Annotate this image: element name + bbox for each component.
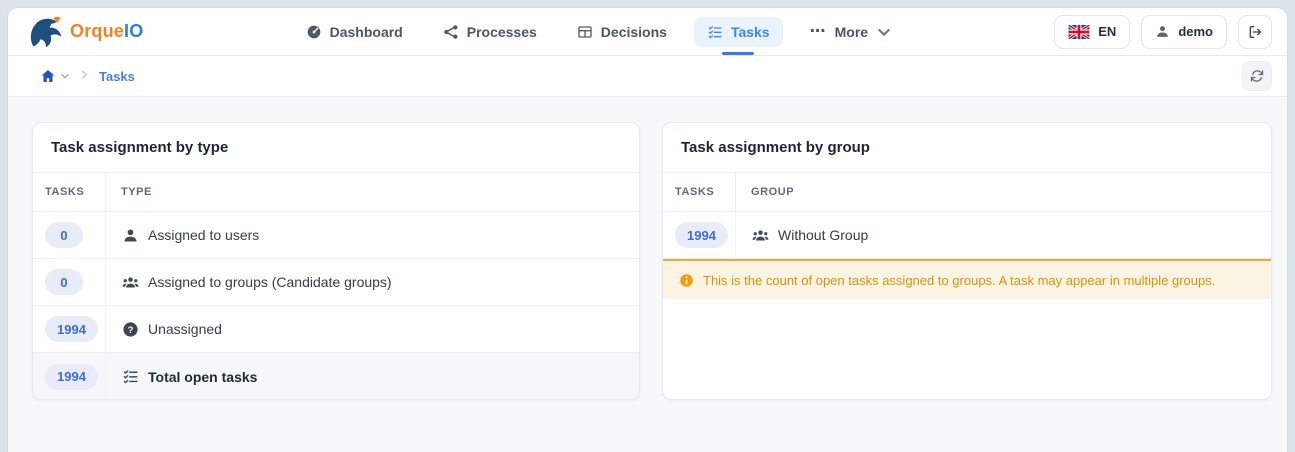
card-task-assignment-by-group: Task assignment by group TASKS GROUP 199… [662,122,1272,400]
app-window: OrqueIO Dashboard Processes Decisions Ta… [8,8,1287,452]
breadcrumb-current[interactable]: Tasks [99,69,135,84]
column-header-tasks: TASKS [663,173,736,211]
count-badge[interactable]: 1994 [45,363,98,390]
info-circle-icon [680,273,693,287]
svg-text:?: ? [128,324,134,335]
nav-item-more[interactable]: ⋯ More [797,17,905,47]
nav-item-dashboard[interactable]: Dashboard [293,17,416,47]
refresh-button[interactable] [1242,61,1272,91]
nav-label: Decisions [600,23,667,40]
user-menu-button[interactable]: demo [1141,14,1227,49]
language-label: EN [1098,24,1117,39]
card-title: Task assignment by type [33,123,639,173]
card-task-assignment-by-type: Task assignment by type TASKS TYPE 0 Ass… [32,122,640,400]
brand-logo[interactable]: OrqueIO [28,14,143,50]
table-row: 1994 Without Group [663,212,1271,259]
table-header-row: TASKS TYPE [33,173,639,212]
row-label: Assigned to users [148,227,260,243]
breadcrumb-bar: Tasks [8,56,1287,97]
orca-icon [30,16,62,47]
count-badge[interactable]: 1994 [675,222,728,248]
count-badge[interactable]: 0 [45,269,83,295]
breadcrumb-separator-icon [79,67,90,85]
processes-nodes-icon [443,24,459,40]
nav-item-tasks[interactable]: Tasks [693,16,783,47]
home-icon [41,70,55,82]
chevron-down-icon [61,74,69,79]
row-label: Total open tasks [148,368,258,385]
tasks-checklist-icon [123,370,138,384]
main-navigation: Dashboard Processes Decisions Tasks ⋯ Mo… [143,16,1054,47]
count-badge[interactable]: 0 [45,222,83,248]
uk-flag-icon [1068,24,1091,39]
more-ellipsis-icon: ⋯ [809,22,827,40]
dashboard-gauge-icon [306,24,322,40]
table-row: 0 Assigned to groups (Candidate groups) [33,259,639,306]
breadcrumb: Tasks [40,67,1242,85]
users-icon [752,229,769,240]
decisions-table-icon [577,24,593,40]
group-count-notice: This is the count of open tasks assigned… [663,259,1271,299]
nav-item-decisions[interactable]: Decisions [564,17,680,47]
table-header-row: TASKS GROUP [663,173,1271,212]
table-row-total: 1994 Total open tasks [33,353,639,399]
tasks-checklist-icon [707,24,723,40]
row-label: Assigned to groups (Candidate groups) [148,274,392,290]
nav-label: Tasks [730,23,770,40]
refresh-icon [1250,70,1264,82]
user-icon [124,228,137,242]
language-button[interactable]: EN [1054,14,1131,49]
nav-label: More [834,23,869,40]
brand-name: OrqueIO [70,21,144,41]
column-header-tasks: TASKS [33,173,106,211]
table-row: 0 Assigned to users [33,212,639,259]
question-circle-icon: ? [123,321,138,337]
person-icon [1157,26,1169,37]
username-label: demo [1178,24,1213,39]
row-label: Without Group [778,227,869,243]
nav-label: Processes [466,23,537,40]
users-icon [122,276,139,287]
nav-label: Dashboard [329,23,403,40]
notice-text: This is the count of open tasks assigned… [703,272,1216,288]
content-area: Task assignment by type TASKS TYPE 0 Ass… [8,97,1287,400]
table-row: 1994 ? Unassigned [33,306,639,353]
breadcrumb-home[interactable] [40,68,70,84]
count-badge[interactable]: 1994 [45,316,98,342]
nav-item-processes[interactable]: Processes [430,17,550,47]
sign-out-icon [1249,25,1261,38]
chevron-down-icon [878,28,890,36]
logout-button[interactable] [1238,14,1272,49]
navbar-right-controls: EN demo [1054,14,1272,49]
row-label: Unassigned [148,321,222,337]
column-header-type: TYPE [121,186,152,198]
top-navbar: OrqueIO Dashboard Processes Decisions Ta… [8,8,1287,56]
card-title: Task assignment by group [663,123,1271,173]
column-header-group: GROUP [751,186,795,198]
